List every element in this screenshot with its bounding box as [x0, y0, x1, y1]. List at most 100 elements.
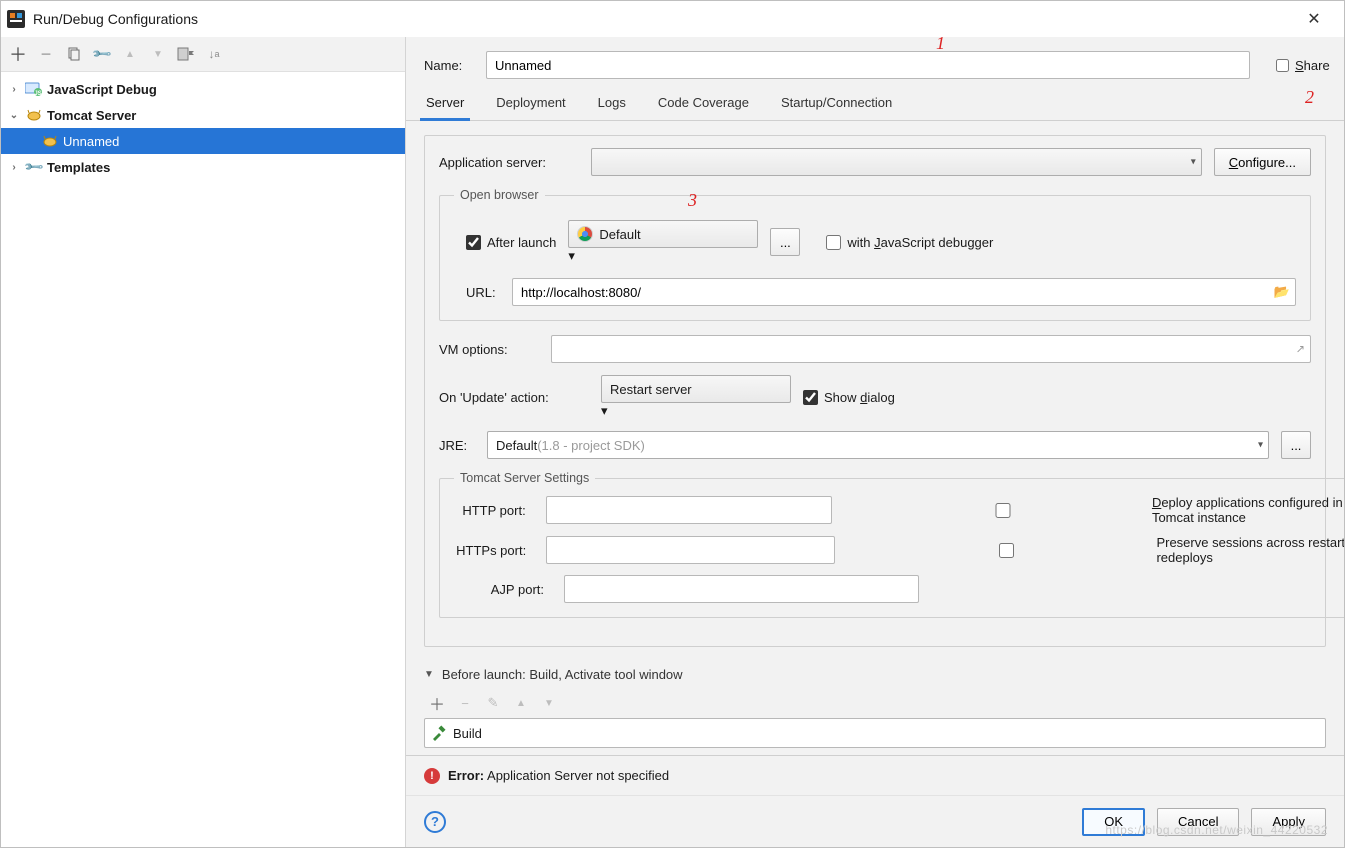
browser-combo[interactable]: Default ▾ [568, 220, 758, 264]
https-port-input[interactable] [546, 536, 834, 564]
js-debugger-checkbox[interactable]: with JavaScript debugger [826, 235, 993, 250]
apply-button[interactable]: Apply [1251, 808, 1326, 836]
bl-remove-button[interactable]: − [452, 690, 478, 716]
expander-icon[interactable]: › [7, 84, 21, 95]
preserve-checkbox[interactable] [865, 543, 1149, 558]
tab-logs[interactable]: Logs [596, 87, 628, 120]
tab-code-coverage[interactable]: Code Coverage [656, 87, 751, 120]
tree-item-unnamed[interactable]: Unnamed [1, 128, 405, 154]
remove-button[interactable]: − [33, 41, 59, 67]
jre-label: JRE: [439, 438, 475, 453]
share-label: hare [1304, 58, 1330, 73]
tree-label: Unnamed [63, 134, 119, 149]
before-launch-toolbar: ＋ − ✎ ▲ ▼ [424, 688, 1326, 718]
app-icon [7, 10, 25, 28]
url-label: URL: [466, 285, 500, 300]
close-icon[interactable]: ✕ [1294, 9, 1334, 29]
tomcat-icon [41, 133, 59, 149]
expand-icon[interactable]: ↗ [1296, 343, 1305, 356]
http-port-label: HTTP port: [454, 503, 526, 518]
save-template-button[interactable] [173, 41, 199, 67]
annotation-2: 2 [1305, 87, 1314, 108]
js-debug-icon: JS [25, 81, 43, 97]
ajp-port-label: AJP port: [454, 582, 544, 597]
browser-more-button[interactable]: ... [770, 228, 800, 256]
on-update-combo[interactable]: Restart server ▾ [601, 375, 791, 419]
move-up-button[interactable]: ▲ [117, 41, 143, 67]
status-prefix: Error: [448, 768, 484, 783]
left-toolbar: ＋ − 🔧 ▲ ▼ ↓a [1, 37, 405, 71]
tree-item-js-debug[interactable]: › JS JavaScript Debug [1, 76, 405, 102]
tomcat-icon [25, 107, 43, 123]
chrome-icon [577, 226, 593, 242]
add-button[interactable]: ＋ [5, 41, 31, 67]
cancel-button[interactable]: Cancel [1157, 808, 1239, 836]
jre-hint: (1.8 - project SDK) [537, 438, 645, 453]
share-checkbox-input[interactable] [1276, 58, 1289, 73]
bl-up-button[interactable]: ▲ [508, 690, 534, 716]
jre-combo[interactable]: Default (1.8 - project SDK) ▾ [487, 431, 1269, 459]
app-server-label: Application server: [439, 155, 579, 170]
ajp-port-input[interactable] [564, 575, 919, 603]
sort-button[interactable]: ↓a [201, 41, 227, 67]
preserve-label: Preserve sessions across restarts and re… [1156, 535, 1344, 565]
bl-add-button[interactable]: ＋ [424, 690, 450, 716]
expander-icon[interactable]: ⌄ [7, 110, 21, 121]
chevron-down-icon: ▾ [601, 403, 608, 418]
bl-down-button[interactable]: ▼ [536, 690, 562, 716]
dialog-buttons: ? OK Cancel Apply https://blog.csdn.net/… [406, 795, 1344, 847]
open-folder-icon[interactable]: 📂 [1274, 284, 1290, 300]
show-dialog-checkbox-input[interactable] [803, 390, 818, 405]
tab-server[interactable]: Server [424, 87, 466, 120]
tab-startup-connection[interactable]: Startup/Connection [779, 87, 894, 120]
tree-item-templates[interactable]: › 🔧 Templates [1, 154, 405, 180]
titlebar: Run/Debug Configurations ✕ [1, 1, 1344, 37]
config-tree[interactable]: › JS JavaScript Debug ⌄ Tomcat Server [1, 71, 405, 847]
chevron-down-icon: ▼ [424, 669, 434, 680]
expander-icon[interactable]: › [7, 162, 21, 173]
vm-options-label: VM options: [439, 342, 539, 357]
window-title: Run/Debug Configurations [33, 11, 1294, 27]
after-launch-label: After launch [487, 235, 556, 250]
js-debugger-checkbox-input[interactable] [826, 235, 841, 250]
app-server-combo[interactable]: ▾ [591, 148, 1202, 176]
hammer-icon [431, 725, 447, 741]
move-down-button[interactable]: ▼ [145, 41, 171, 67]
svg-text:JS: JS [34, 91, 41, 96]
jre-more-button[interactable]: ... [1281, 431, 1311, 459]
before-launch-header[interactable]: ▼ Before launch: Build, Activate tool wi… [424, 667, 1326, 682]
chevron-down-icon: ▾ [568, 248, 575, 263]
name-label: Name: [424, 58, 474, 73]
copy-button[interactable] [61, 41, 87, 67]
tab-deployment[interactable]: Deployment [494, 87, 567, 120]
tabs: 2 Server Deployment Logs Code Coverage S… [406, 87, 1344, 121]
error-icon: ! [424, 768, 440, 784]
status-message: Application Server not specified [484, 768, 669, 783]
name-input[interactable] [486, 51, 1250, 79]
deploy-label: Deploy applications configured in Tomcat… [1152, 495, 1344, 525]
configure-button[interactable]: Configure... [1214, 148, 1311, 176]
on-update-value: Restart server [610, 382, 692, 397]
tree-label: Templates [47, 160, 110, 175]
before-launch-title: Before launch: Build, Activate tool wind… [442, 667, 683, 682]
after-launch-checkbox-input[interactable] [466, 235, 481, 250]
show-dialog-checkbox[interactable]: Show dialog [803, 390, 895, 405]
before-launch-item-label: Build [453, 726, 482, 741]
edit-settings-button[interactable]: 🔧 [89, 41, 115, 67]
url-input[interactable] [512, 278, 1296, 306]
ok-button[interactable]: OK [1082, 808, 1145, 836]
http-port-input[interactable] [546, 496, 832, 524]
vm-options-input[interactable] [551, 335, 1311, 363]
deploy-checkbox[interactable] [862, 503, 1144, 518]
dialog-run-debug-configurations: Run/Debug Configurations ✕ ＋ − 🔧 ▲ ▼ ↓a [0, 0, 1345, 848]
tree-item-tomcat[interactable]: ⌄ Tomcat Server [1, 102, 405, 128]
after-launch-checkbox[interactable]: After launch [466, 235, 556, 250]
bl-edit-button[interactable]: ✎ [480, 690, 506, 716]
wrench-icon: 🔧 [25, 159, 43, 175]
tree-label: Tomcat Server [47, 108, 136, 123]
before-launch-list[interactable]: Build [424, 718, 1326, 748]
share-checkbox[interactable]: Share [1276, 58, 1326, 73]
status-bar: ! Error: Application Server not specifie… [406, 755, 1344, 795]
help-button[interactable]: ? [424, 811, 446, 833]
tree-label: JavaScript Debug [47, 82, 157, 97]
